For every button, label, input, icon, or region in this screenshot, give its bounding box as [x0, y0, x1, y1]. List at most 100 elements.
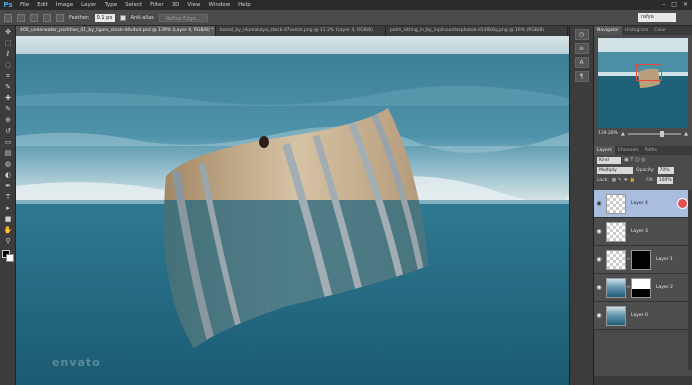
tab-document-barrel[interactable]: barrel_by_idumakaya_stock-d7vxeck.png @ …: [216, 26, 386, 36]
layer-thumbnail[interactable]: [606, 193, 626, 214]
close-icon[interactable]: ✕: [683, 1, 688, 8]
quick-select-icon[interactable]: ◌: [3, 60, 13, 70]
tab-channels[interactable]: Channels: [614, 146, 642, 155]
maximize-icon[interactable]: □: [671, 1, 677, 8]
lock-transparent-icon[interactable]: ▦: [612, 178, 616, 183]
layer-name[interactable]: Layer 3: [631, 229, 648, 234]
menu-select[interactable]: Select: [121, 2, 146, 8]
zoom-value[interactable]: 139.28%: [598, 131, 618, 136]
subtract-selection-button[interactable]: [43, 13, 51, 22]
antialias-checkbox[interactable]: [119, 14, 126, 21]
menu-3d[interactable]: 3D: [168, 2, 184, 8]
tab-histogram[interactable]: Histogram: [622, 26, 652, 35]
layers-scrollbar[interactable]: [688, 190, 692, 370]
brush-icon[interactable]: ✎: [3, 104, 13, 114]
navigator-zoom: 139.28% ▲ ▲: [594, 128, 692, 139]
refine-edge-button[interactable]: Refine Edge...: [158, 13, 208, 22]
layer-name[interactable]: Layer 0: [631, 313, 648, 318]
eye-icon[interactable]: ◉: [594, 200, 604, 207]
tool-preset-picker[interactable]: [4, 13, 12, 22]
menu-window[interactable]: Window: [204, 2, 234, 8]
healing-icon[interactable]: ✚: [3, 93, 13, 103]
shape-icon[interactable]: ■: [3, 214, 13, 224]
gradient-icon[interactable]: ▤: [3, 148, 13, 158]
lasso-icon[interactable]: ℓ: [3, 49, 13, 59]
zoom-slider-knob[interactable]: [659, 130, 664, 137]
menu-type[interactable]: Type: [100, 2, 121, 8]
tab-navigator[interactable]: Navigator: [594, 26, 623, 35]
properties-icon[interactable]: ≡: [574, 43, 589, 54]
navigator-preview[interactable]: [598, 38, 688, 128]
eye-icon[interactable]: ◉: [594, 256, 604, 263]
blur-icon[interactable]: ◍: [3, 159, 13, 169]
feather-input[interactable]: 0.1 px: [94, 13, 115, 22]
filter-icons[interactable]: ▣ T ◫ ◎: [624, 157, 646, 163]
path-select-icon[interactable]: ▸: [3, 203, 13, 213]
crop-icon[interactable]: ⌗: [3, 71, 13, 81]
layer-row[interactable]: ◉ ∞ Layer 2: [594, 274, 692, 302]
layer-row[interactable]: ◉ ∞ Layer 1: [594, 246, 692, 274]
menu-edit[interactable]: Edit: [33, 2, 52, 8]
navigator-tabs: Navigator Histogram Color: [594, 26, 692, 35]
kind-filter-select[interactable]: Kind: [597, 156, 621, 164]
lock-all-icon[interactable]: 🔒: [630, 178, 636, 183]
pen-icon[interactable]: ✒: [3, 181, 13, 191]
layer-row[interactable]: ◉ Layer 4: [594, 190, 692, 218]
menu-help[interactable]: Help: [234, 2, 255, 8]
blend-mode-select[interactable]: Multiply: [597, 166, 633, 174]
tab-document-active[interactable]: 400_underwater_partition_01_by_ligors_st…: [16, 26, 216, 36]
document-canvas[interactable]: envato: [16, 36, 569, 385]
move-icon[interactable]: ✥: [3, 27, 13, 37]
layer-mask-thumbnail[interactable]: [631, 277, 651, 298]
lock-image-icon[interactable]: ✎: [618, 178, 622, 183]
menu-layer[interactable]: Layer: [77, 2, 100, 8]
navigator-view-box[interactable]: [636, 64, 662, 81]
menu-view[interactable]: View: [183, 2, 204, 8]
layer-mask-thumbnail[interactable]: [631, 249, 651, 270]
intersect-selection-button[interactable]: [56, 13, 64, 22]
history-brush-icon[interactable]: ↺: [3, 126, 13, 136]
zoom-slider[interactable]: [627, 130, 682, 137]
marquee-icon[interactable]: ⬚: [3, 38, 13, 48]
minimize-icon[interactable]: –: [662, 1, 665, 8]
new-selection-button[interactable]: [17, 13, 25, 22]
opacity-input[interactable]: 70%: [657, 166, 674, 174]
layer-row[interactable]: ◉ Layer 3: [594, 218, 692, 246]
tab-color[interactable]: Color: [651, 26, 670, 35]
workspace-select[interactable]: rafya: [638, 13, 676, 22]
layer-thumbnail[interactable]: [606, 277, 626, 298]
menu-image[interactable]: Image: [52, 2, 77, 8]
fill-input[interactable]: 100%: [656, 176, 673, 184]
eye-icon[interactable]: ◉: [594, 312, 604, 319]
layer-thumbnail[interactable]: [606, 305, 626, 326]
zoom-icon[interactable]: ⚲: [3, 236, 13, 246]
tab-document-palm[interactable]: palm_sitting_in_by_inpilcounterphotok-d1…: [386, 26, 568, 36]
eraser-icon[interactable]: ▭: [3, 137, 13, 147]
hand-icon[interactable]: ✋: [3, 225, 13, 235]
tab-layers[interactable]: Layers: [594, 146, 615, 155]
layer-name[interactable]: Layer 2: [656, 285, 673, 290]
menu-file[interactable]: File: [16, 2, 33, 8]
eye-icon[interactable]: ◉: [594, 228, 604, 235]
dodge-icon[interactable]: ◐: [3, 170, 13, 180]
paragraph-icon[interactable]: ¶: [574, 71, 589, 82]
zoom-in-icon[interactable]: ▲: [684, 131, 688, 137]
layer-row[interactable]: ◉ Layer 0: [594, 302, 692, 330]
zoom-out-icon[interactable]: ▲: [621, 131, 625, 137]
layer-name[interactable]: Layer 1: [656, 257, 673, 262]
eyedropper-icon[interactable]: ✎: [3, 82, 13, 92]
add-selection-button[interactable]: [30, 13, 38, 22]
tab-paths[interactable]: Paths: [641, 146, 660, 155]
layer-thumbnail[interactable]: [606, 249, 626, 270]
lock-position-icon[interactable]: ✥: [624, 178, 628, 183]
eye-icon[interactable]: ◉: [594, 284, 604, 291]
type-icon[interactable]: T: [3, 192, 13, 202]
color-swatches[interactable]: [2, 250, 14, 262]
history-icon[interactable]: ◷: [574, 29, 589, 40]
menu-filter[interactable]: Filter: [146, 2, 168, 8]
layer-name[interactable]: Layer 4: [631, 201, 648, 206]
layer-thumbnail[interactable]: [606, 221, 626, 242]
character-icon[interactable]: A: [574, 57, 589, 68]
background-color[interactable]: [6, 254, 14, 262]
clone-stamp-icon[interactable]: ⊕: [3, 115, 13, 125]
